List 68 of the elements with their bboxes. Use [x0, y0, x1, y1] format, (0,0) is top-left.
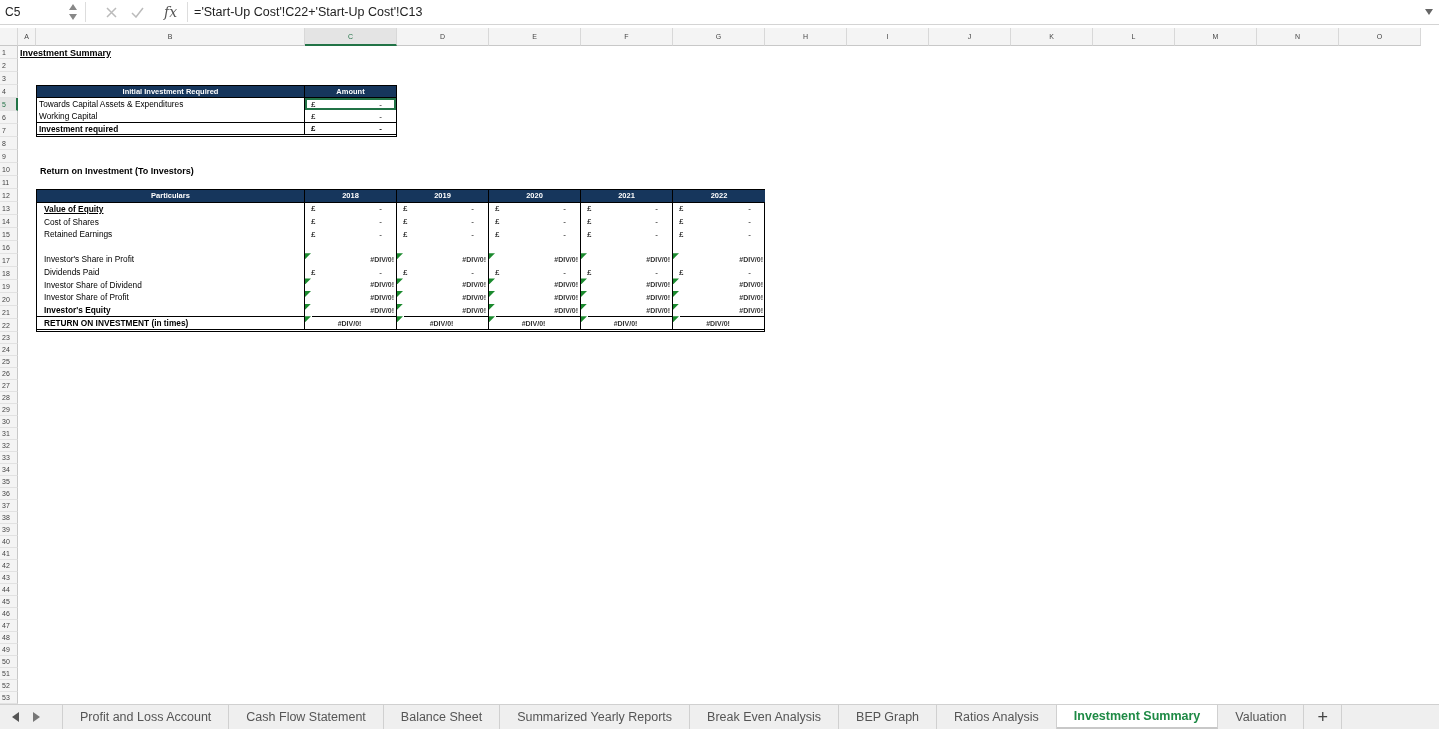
row-label: Investment required — [37, 122, 305, 134]
row-label: Towards Capital Assets & Expenditures — [37, 98, 305, 110]
table-cell: £ - — [397, 227, 489, 241]
table-cell-text: £ - — [678, 228, 752, 241]
table-cell[interactable]: £ - — [305, 110, 396, 122]
sheet-title: Investment Summary — [19, 46, 113, 59]
error-indicator[interactable] — [673, 303, 679, 310]
error-indicator[interactable] — [397, 278, 403, 285]
function-button[interactable]: fx — [164, 4, 178, 20]
error-indicator[interactable] — [489, 278, 495, 285]
table-cell: £ - — [489, 215, 581, 228]
table-cell: £ - — [581, 202, 673, 216]
table-cell: £ - — [581, 227, 673, 241]
error-indicator[interactable] — [397, 303, 403, 310]
error-indicator[interactable] — [397, 316, 403, 323]
error-indicator[interactable] — [581, 303, 587, 310]
next-icon[interactable] — [33, 712, 40, 722]
table-cell: £ - — [305, 215, 397, 228]
previous-icon[interactable] — [12, 712, 19, 722]
table-cell: £ - — [581, 265, 673, 279]
error-indicator[interactable] — [581, 291, 587, 298]
error-indicator[interactable] — [489, 316, 495, 323]
table-cell: £ - — [397, 202, 489, 216]
row-label: Cost of Shares — [37, 215, 305, 228]
error-indicator[interactable] — [581, 278, 587, 285]
table-cell-text: £ - — [678, 216, 752, 228]
sheet-tab[interactable]: Investment Summary — [1056, 705, 1219, 729]
table-cell[interactable]: £ - — [305, 122, 396, 134]
row-label: Dividends Paid — [37, 265, 305, 279]
table-cell: £ - — [489, 265, 581, 279]
error-indicator[interactable] — [397, 291, 403, 298]
caret-icon[interactable] — [1425, 9, 1433, 15]
error-indicator[interactable] — [673, 253, 679, 260]
error-indicator[interactable] — [397, 253, 403, 260]
table-cell: £ - — [489, 202, 581, 216]
table-cell: £ - — [305, 227, 397, 241]
error-indicator[interactable] — [305, 291, 311, 298]
row-label: Value of Equity — [37, 202, 305, 216]
error-indicator[interactable] — [673, 278, 679, 285]
row-label: RETURN ON INVESTMENT (in times) — [37, 316, 305, 329]
cell-reference-field[interactable]: C5 — [0, 5, 65, 19]
row-label: Working Capital — [37, 110, 305, 122]
error-indicator[interactable] — [305, 253, 311, 260]
error-indicator[interactable] — [305, 316, 311, 323]
add-sheet-button[interactable]: + — [1304, 705, 1342, 729]
section-title: Return on Investment (To Investors) — [39, 165, 195, 176]
table-cell: £ - — [581, 215, 673, 228]
table-cell-text: £ - — [678, 266, 752, 279]
check-icon[interactable] — [131, 6, 144, 18]
table-cell[interactable]: £ - — [305, 98, 396, 110]
error-indicator[interactable] — [673, 291, 679, 298]
table-cell-text: £ - — [678, 203, 752, 216]
table-cell: £ - — [489, 227, 581, 241]
error-indicator[interactable] — [581, 316, 587, 323]
error-indicator[interactable] — [305, 303, 311, 310]
table-cell: £ - — [305, 265, 397, 279]
formula-field[interactable]: ='Start-Up Cost'!C22+'Start-Up Cost'!C13 — [194, 5, 1425, 19]
table-cell: £ - — [397, 265, 489, 279]
error-indicator[interactable] — [581, 253, 587, 260]
error-indicator[interactable] — [489, 253, 495, 260]
stepper-icon[interactable] — [69, 3, 77, 21]
row-label: Retained Earnings — [37, 227, 305, 241]
error-indicator[interactable] — [489, 303, 495, 310]
error-indicator[interactable] — [489, 291, 495, 298]
error-indicator[interactable] — [305, 278, 311, 285]
table-cell: £ - — [305, 202, 397, 216]
table-cell: £ - — [397, 215, 489, 228]
error-indicator[interactable] — [673, 316, 679, 323]
